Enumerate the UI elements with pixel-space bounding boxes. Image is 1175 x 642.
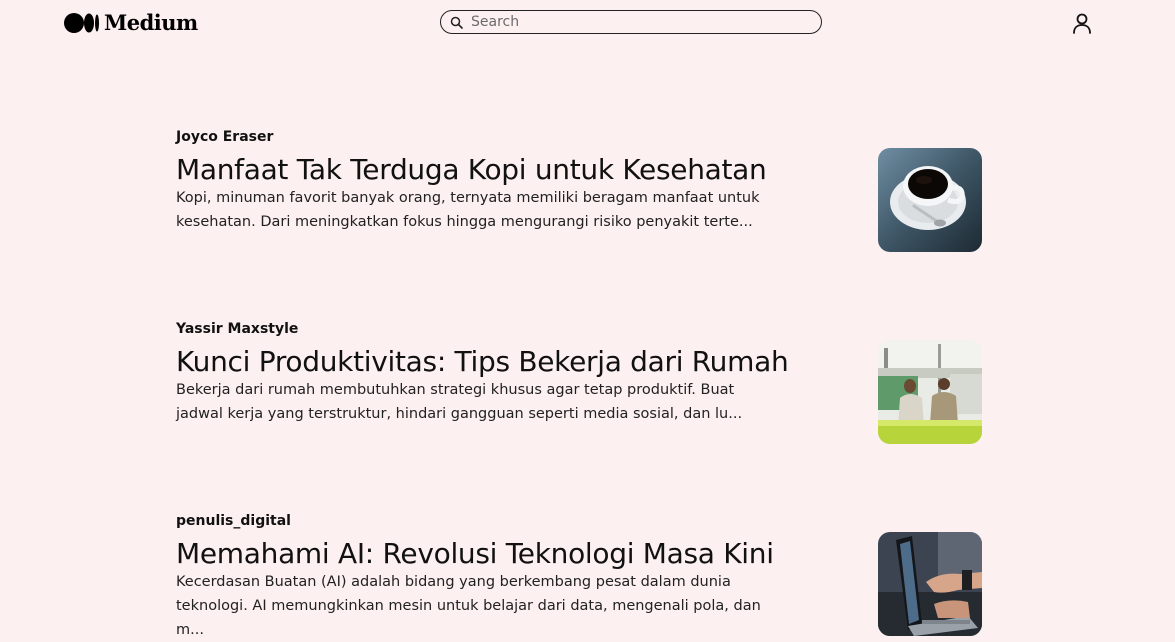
article-title[interactable]: Kunci Produktivitas: Tips Bekerja dari R… — [176, 344, 789, 380]
top-bar: Medium — [0, 0, 1175, 48]
medium-logo[interactable]: Medium — [64, 11, 198, 35]
article-excerpt: Kecerdasan Buatan (AI) adalah bidang yan… — [176, 574, 761, 638]
article-excerpt: Kopi, minuman favorit banyak orang, tern… — [176, 190, 760, 230]
search-input[interactable] — [471, 14, 791, 30]
article-card[interactable]: Yassir Maxstyle Kunci Produktivitas: Tip… — [176, 320, 986, 444]
article-author[interactable]: Yassir Maxstyle — [176, 320, 986, 338]
logo-text: Medium — [104, 10, 198, 35]
article-thumbnail[interactable] — [878, 532, 982, 636]
article-excerpt: Bekerja dari rumah membutuhkan strategi … — [176, 382, 743, 422]
search-bar[interactable] — [440, 10, 822, 34]
article-author[interactable]: Joyco Eraser — [176, 128, 986, 146]
article-thumbnail[interactable] — [878, 340, 982, 444]
article-card[interactable]: penulis_digital Memahami AI: Revolusi Te… — [176, 512, 986, 638]
article-author[interactable]: penulis_digital — [176, 512, 986, 530]
article-title[interactable]: Manfaat Tak Terduga Kopi untuk Kesehatan — [176, 152, 767, 188]
medium-logo-icon — [64, 12, 100, 34]
article-title[interactable]: Memahami AI: Revolusi Teknologi Masa Kin… — [176, 536, 774, 572]
article-card[interactable]: Joyco Eraser Manfaat Tak Terduga Kopi un… — [176, 128, 986, 252]
search-icon — [450, 16, 463, 29]
article-thumbnail[interactable] — [878, 148, 982, 252]
user-icon[interactable] — [1071, 12, 1093, 34]
